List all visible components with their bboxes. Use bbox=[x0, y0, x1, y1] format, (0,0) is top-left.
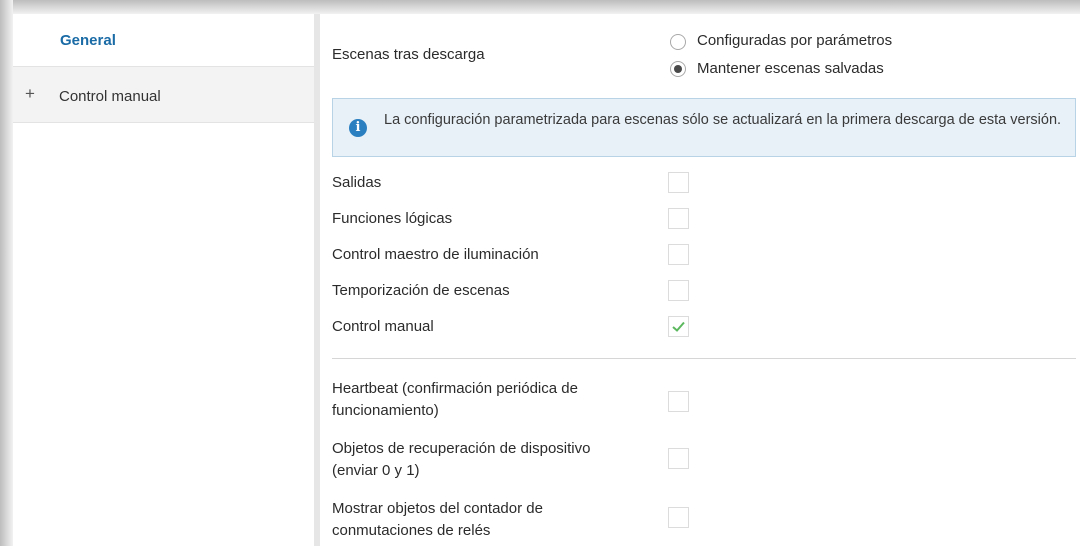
checkbox-salidas[interactable] bbox=[668, 172, 689, 193]
checkbox-label-control-manual: Control manual bbox=[332, 318, 434, 335]
expand-plus-icon[interactable]: + bbox=[25, 84, 35, 104]
section-divider bbox=[332, 358, 1076, 359]
checkbox-label-control-maestro: Control maestro de iluminación bbox=[332, 246, 539, 263]
info-message: i La configuración parametrizada para es… bbox=[332, 98, 1076, 157]
scenes-after-download-label: Escenas tras descarga bbox=[332, 46, 485, 63]
label-line: (enviar 0 y 1) bbox=[332, 462, 420, 479]
checkbox-recuperacion[interactable] bbox=[668, 448, 689, 469]
label-line: funcionamiento) bbox=[332, 402, 439, 419]
sidebar: General + Control manual bbox=[13, 14, 320, 546]
label-line: conmutaciones de relés bbox=[332, 522, 491, 539]
label-line: Mostrar objetos del contador de bbox=[332, 500, 543, 517]
sidebar-item-general[interactable]: General bbox=[13, 14, 314, 67]
checkbox-label-funciones-logicas: Funciones lógicas bbox=[332, 210, 453, 227]
checkbox-label-recuperacion: Objetos de recuperación de dispositivo (… bbox=[332, 438, 591, 482]
window-shadow-top bbox=[0, 0, 1080, 14]
checkbox-contador-conmutaciones[interactable] bbox=[668, 507, 689, 528]
window-shadow-left bbox=[0, 0, 13, 546]
checkbox-heartbeat[interactable] bbox=[668, 391, 689, 412]
checkbox-label-contador-conmutaciones: Mostrar objetos del contador de conmutac… bbox=[332, 498, 543, 542]
radio-label: Mantener escenas salvadas bbox=[697, 60, 884, 77]
radio-label: Configuradas por parámetros bbox=[697, 32, 893, 49]
window: General + Control manual Escenas tras de… bbox=[0, 0, 1080, 546]
radio-configured-by-parameters[interactable] bbox=[670, 34, 686, 50]
checkbox-control-manual[interactable] bbox=[668, 316, 689, 337]
info-text: La configuración parametrizada para esce… bbox=[384, 112, 1062, 128]
checkbox-label-temporizacion: Temporización de escenas bbox=[332, 282, 510, 299]
checkbox-label-salidas: Salidas bbox=[332, 174, 382, 191]
info-icon: i bbox=[349, 119, 367, 137]
label-line: Heartbeat (confirmación periódica de bbox=[332, 380, 578, 397]
sidebar-item-label: General bbox=[60, 32, 116, 49]
radio-keep-saved-scenes[interactable] bbox=[670, 61, 686, 77]
label-line: Objetos de recuperación de dispositivo bbox=[332, 440, 591, 457]
checkbox-control-maestro[interactable] bbox=[668, 244, 689, 265]
parameters-panel: Escenas tras descarga Configuradas por p… bbox=[320, 14, 1080, 546]
checkbox-temporizacion[interactable] bbox=[668, 280, 689, 301]
checkbox-funciones-logicas[interactable] bbox=[668, 208, 689, 229]
sidebar-item-label: Control manual bbox=[59, 88, 161, 105]
checkmark-icon bbox=[672, 321, 685, 332]
checkbox-label-heartbeat: Heartbeat (confirmación periódica de fun… bbox=[332, 378, 578, 422]
sidebar-item-control-manual[interactable]: + Control manual bbox=[13, 67, 314, 123]
